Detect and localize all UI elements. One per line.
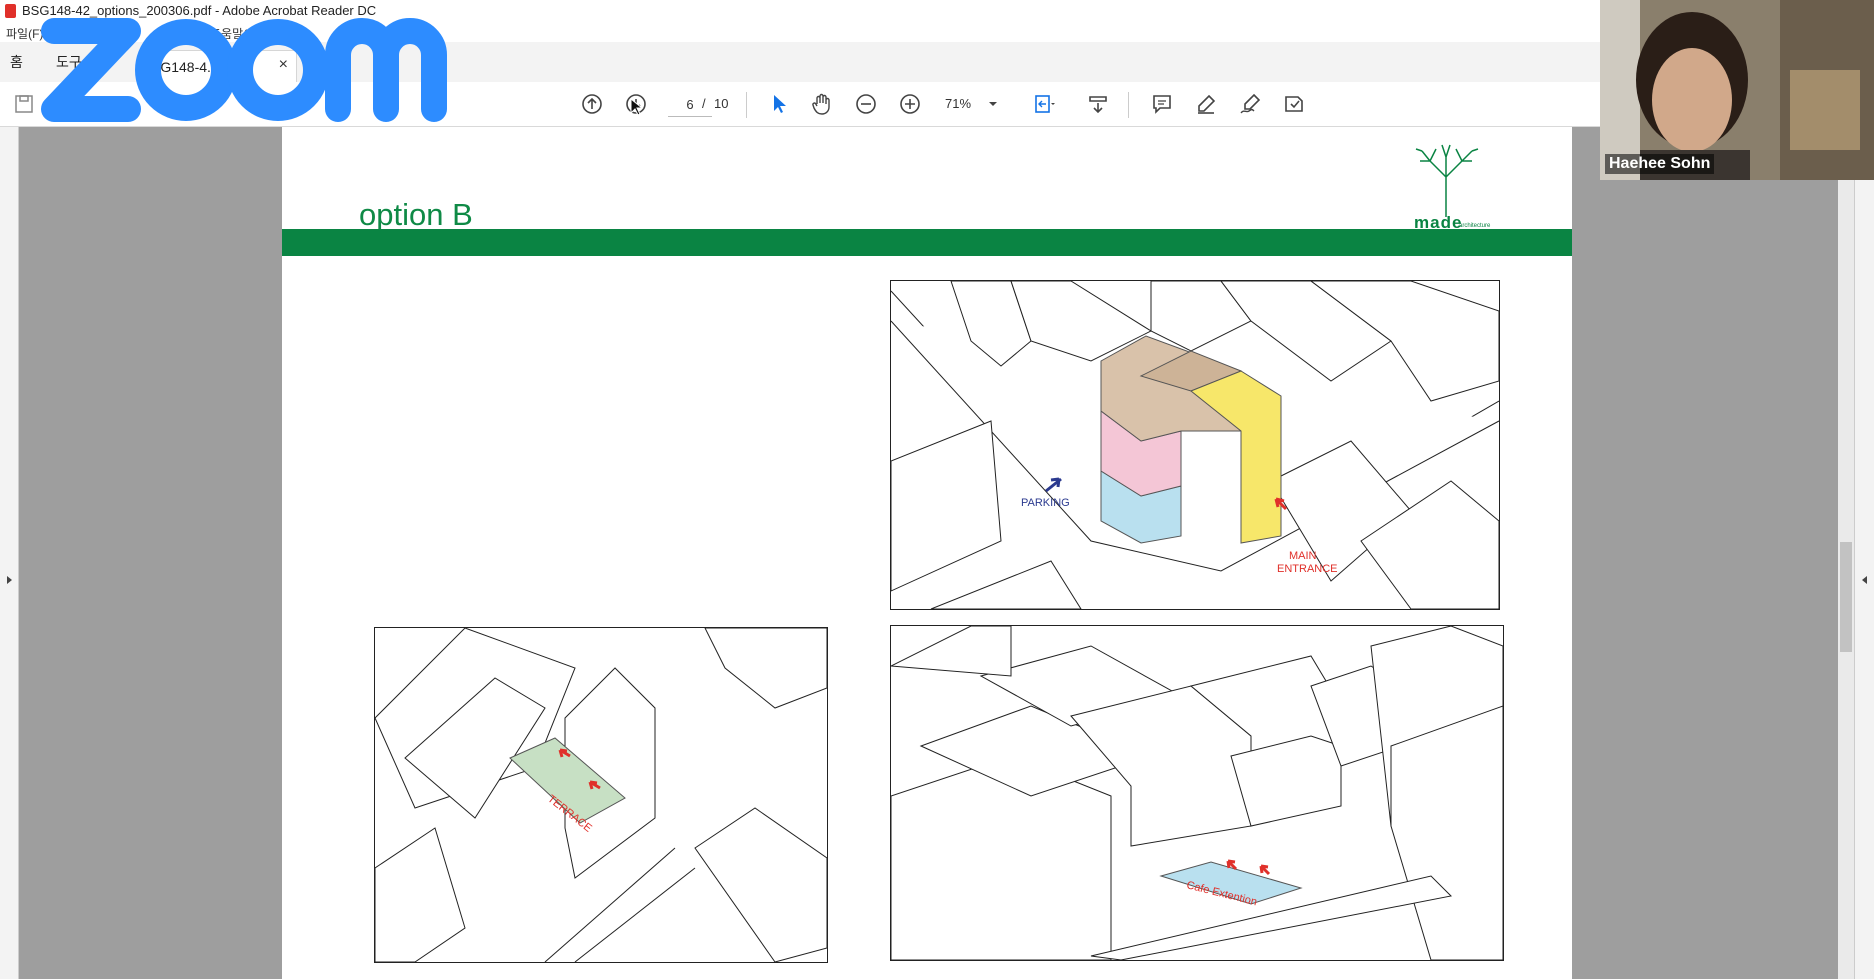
previous-page-icon[interactable] [578, 90, 606, 118]
zoom-out-icon[interactable] [852, 90, 880, 118]
left-panel-toggle[interactable] [0, 127, 19, 979]
highlight-pen-icon[interactable] [1192, 90, 1220, 118]
tab-home[interactable]: 홈 [10, 52, 23, 84]
pdf-file-icon [5, 4, 16, 18]
participant-name: Haehee Sohn [1605, 154, 1715, 174]
webcam-video-tile[interactable]: Haehee Sohn [1600, 0, 1874, 180]
main-entrance-label-1: MAIN [1289, 550, 1317, 562]
main-entrance-label-2: ENTRANCE [1277, 563, 1338, 575]
terrace-diagram: TERRACE [374, 627, 828, 963]
hand-tool-icon[interactable] [808, 90, 836, 118]
right-panel-toggle[interactable] [1854, 127, 1874, 979]
scrollbar-thumb[interactable] [1840, 542, 1852, 652]
mouse-cursor-icon [630, 98, 644, 116]
participant-video-icon [1600, 0, 1874, 180]
page-total: 10 [714, 96, 729, 111]
zoom-dropdown-chevron-icon[interactable] [986, 94, 1000, 114]
zoom-in-icon[interactable] [896, 90, 924, 118]
comment-icon[interactable] [1148, 90, 1176, 118]
share-tools-icon[interactable] [1280, 90, 1308, 118]
zoom-level[interactable]: 71% [945, 96, 971, 111]
scroll-mode-icon[interactable] [1084, 90, 1112, 118]
parking-label: PARKING [1021, 497, 1070, 509]
page-title: option B [359, 197, 473, 232]
pdf-page: option B made architecture PARKING MAIN … [282, 127, 1572, 979]
header-green-bar [282, 229, 1572, 256]
tree-logo-icon [1415, 144, 1479, 217]
made-logo: made architecture [1402, 139, 1492, 234]
vertical-scrollbar[interactable] [1838, 127, 1854, 979]
sign-icon[interactable] [1236, 90, 1264, 118]
fit-page-icon[interactable] [1030, 90, 1058, 118]
zoom-logo [38, 15, 462, 123]
select-tool-icon[interactable] [765, 90, 793, 118]
page-separator: / [702, 96, 706, 111]
main-massing-diagram: PARKING MAIN ENTRANCE [890, 280, 1500, 610]
toolbar-divider [746, 92, 747, 118]
toolbar-divider [1128, 92, 1129, 118]
save-icon[interactable] [10, 90, 38, 118]
cafe-extension-diagram: Cafe Extention [890, 625, 1504, 961]
